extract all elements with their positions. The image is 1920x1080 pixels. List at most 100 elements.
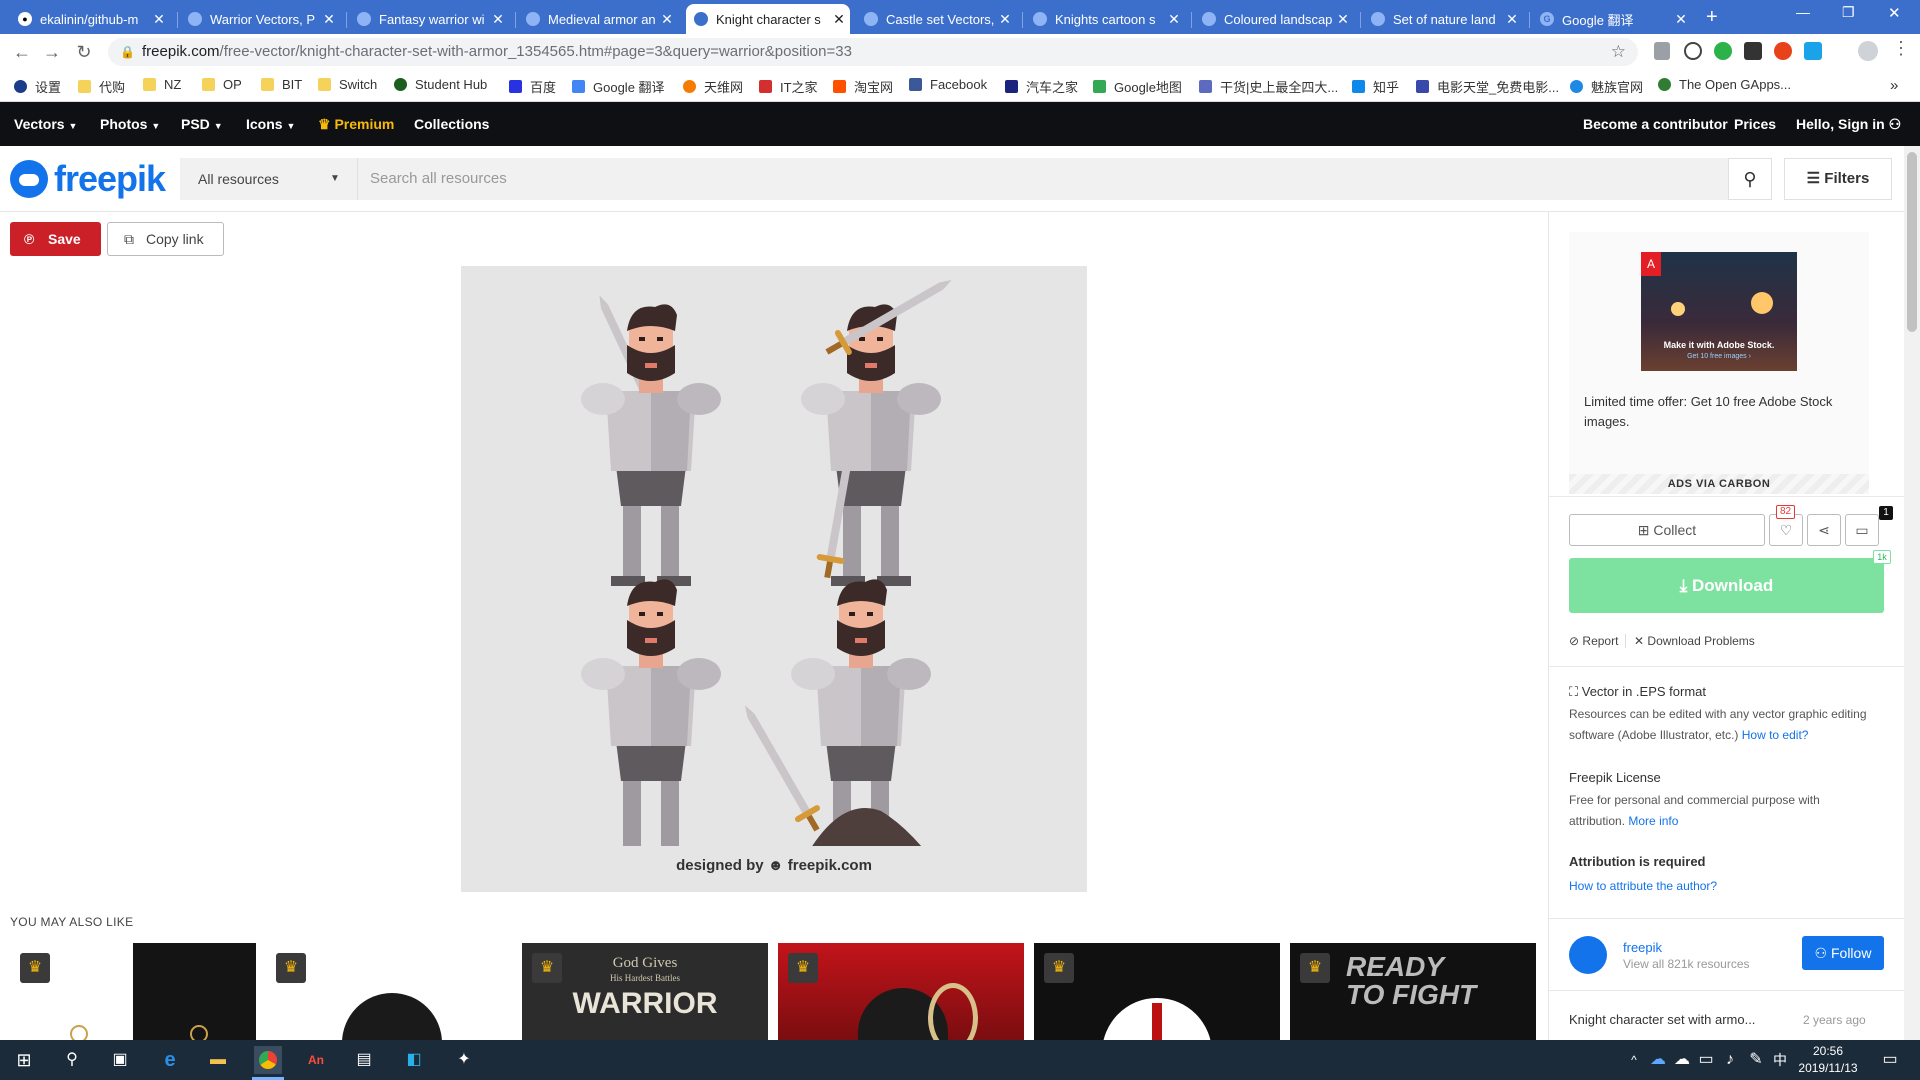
comments-button[interactable]: ▭ [1845, 514, 1879, 546]
back-arrow-icon[interactable]: ← [10, 40, 34, 64]
resource-type-select[interactable]: All resources ▼ [180, 158, 358, 200]
ad-text[interactable]: Limited time offer: Get 10 free Adobe St… [1584, 392, 1864, 432]
task-view-icon[interactable]: ▣ [106, 1046, 134, 1074]
filters-button[interactable]: ☰ Filters [1784, 158, 1892, 200]
shield-extension-icon[interactable] [1654, 42, 1670, 60]
search-input[interactable]: Search all resources [358, 158, 1728, 200]
bookmark-item[interactable]: Switch [318, 77, 377, 92]
bookmark-item[interactable]: IT之家 [759, 77, 818, 96]
related-thumbnail[interactable]: ♛ [10, 943, 256, 1040]
resource-preview-image[interactable]: designed by ☻ freepik.com [461, 266, 1087, 892]
cast-extension-icon[interactable] [1804, 42, 1822, 60]
game-extension-icon[interactable] [1744, 42, 1762, 60]
browser-tab[interactable]: Fantasy warrior wi ✕ [349, 4, 509, 34]
close-tab-icon[interactable]: ✕ [1670, 11, 1692, 28]
browser-tab-active[interactable]: Knight character s ✕ [686, 4, 850, 34]
bookmark-item[interactable]: Facebook [909, 77, 987, 92]
nav-icons[interactable]: Icons ▼ [246, 116, 295, 132]
author-name[interactable]: freepik [1623, 940, 1662, 955]
reload-icon[interactable]: ↻ [72, 40, 96, 64]
bookmark-item[interactable]: 百度 [509, 77, 556, 96]
bookmark-item[interactable]: 设置 [14, 77, 61, 96]
animate-icon[interactable]: An [302, 1046, 330, 1074]
close-tab-icon[interactable]: ✕ [828, 11, 850, 28]
new-tab-button[interactable]: + [1706, 6, 1718, 29]
bookmark-star-icon[interactable]: ☆ [1611, 38, 1626, 66]
app-icon[interactable]: ✦ [450, 1046, 478, 1074]
browser-tab[interactable]: Castle set Vectors, ✕ [856, 4, 1016, 34]
bookmark-item[interactable]: The Open GApps... [1658, 77, 1791, 92]
author-resources-link[interactable]: View all 821k resources [1623, 957, 1750, 971]
search-icon[interactable]: ⚲ [58, 1046, 86, 1074]
bookmark-item[interactable]: 汽车之家 [1005, 77, 1078, 96]
grammarly-extension-icon[interactable] [1714, 42, 1732, 60]
download-button[interactable]: ⤓ Download [1569, 558, 1884, 613]
bookmark-item[interactable]: 电影天堂_免费电影... [1416, 77, 1559, 96]
author-avatar[interactable] [1569, 936, 1607, 974]
related-thumbnail[interactable]: ♛ [266, 943, 512, 1040]
close-tab-icon[interactable]: ✕ [994, 11, 1016, 28]
edge-icon[interactable]: e [156, 1046, 184, 1074]
url-field[interactable]: 🔒 freepik.com/free-vector/knight-charact… [108, 38, 1638, 66]
pinterest-save-button[interactable]: ℗ Save [10, 222, 101, 256]
bookmark-item[interactable]: OP [202, 77, 242, 92]
notifications-icon[interactable]: ▭ [1876, 1046, 1904, 1074]
nav-psd[interactable]: PSD ▼ [181, 116, 223, 132]
bookmark-item[interactable]: 淘宝网 [833, 77, 893, 96]
minimize-window-icon[interactable]: — [1796, 4, 1810, 20]
input-method-indicator[interactable]: 中 [1766, 1046, 1794, 1074]
become-contributor-link[interactable]: Become a contributor [1583, 116, 1728, 132]
prices-link[interactable]: Prices [1734, 116, 1776, 132]
browser-tab[interactable]: Medieval armor an ✕ [518, 4, 678, 34]
browser-tab[interactable]: Set of nature land ✕ [1363, 4, 1523, 34]
system-clock[interactable]: 20:56 2019/11/13 [1793, 1043, 1863, 1077]
browser-tab[interactable]: Coloured landscap ✕ [1194, 4, 1354, 34]
close-tab-icon[interactable]: ✕ [318, 11, 340, 28]
browser-tab[interactable]: Knights cartoon s ✕ [1025, 4, 1185, 34]
nav-premium[interactable]: ♛ Premium [318, 116, 394, 133]
volume-icon[interactable]: ♪ [1716, 1046, 1744, 1074]
forward-arrow-icon[interactable]: → [40, 40, 64, 64]
bookmark-item[interactable]: 天维网 [683, 77, 743, 96]
speed-extension-icon[interactable] [1684, 42, 1702, 60]
scrollbar-thumb[interactable] [1907, 152, 1917, 332]
more-info-link[interactable]: More info [1628, 814, 1678, 828]
browser-tab[interactable]: Warrior Vectors, P ✕ [180, 4, 340, 34]
bookmark-item[interactable]: Student Hub [394, 77, 487, 92]
store-icon[interactable]: ◧ [400, 1046, 428, 1074]
close-tab-icon[interactable]: ✕ [487, 11, 509, 28]
search-button[interactable]: ⚲ [1728, 158, 1772, 200]
chrome-icon[interactable] [254, 1046, 282, 1074]
bookmark-item[interactable]: NZ [143, 77, 181, 92]
download-problems-link[interactable]: ✕ Download Problems [1634, 634, 1755, 648]
share-button[interactable]: ⋖ [1807, 514, 1841, 546]
close-window-icon[interactable]: ✕ [1888, 4, 1901, 22]
related-thumbnail[interactable]: ♛ God Gives His Hardest Battles WARRIOR [522, 943, 768, 1040]
nav-vectors[interactable]: Vectors ▼ [14, 116, 77, 132]
browser-tab[interactable]: G Google 翻译 ✕ [1532, 4, 1692, 34]
alert-extension-icon[interactable] [1774, 42, 1792, 60]
collect-button[interactable]: ⊞ Collect [1569, 514, 1765, 546]
attribution-link[interactable]: How to attribute the author? [1569, 879, 1717, 893]
browser-tab[interactable]: ● ekalinin/github-m ✕ [10, 4, 170, 34]
freepik-logo[interactable]: freepik [10, 156, 166, 202]
close-tab-icon[interactable]: ✕ [656, 11, 678, 28]
related-thumbnail[interactable]: ♛ [1034, 943, 1280, 1040]
file-explorer-icon[interactable]: ▬ [204, 1046, 232, 1074]
bookmark-item[interactable]: 代购 [78, 77, 125, 96]
close-tab-icon[interactable]: ✕ [148, 11, 170, 28]
nav-photos[interactable]: Photos ▼ [100, 116, 160, 132]
related-thumbnail[interactable]: ♛ READY TO FIGHT [1290, 943, 1536, 1040]
document-icon[interactable]: ▤ [350, 1046, 378, 1074]
bookmark-item[interactable]: 魅族官网 [1570, 77, 1643, 96]
bookmark-item[interactable]: 干货|史上最全四大... [1199, 77, 1338, 96]
close-tab-icon[interactable]: ✕ [1163, 11, 1185, 28]
carbon-ad[interactable]: A Make it with Adobe Stock. Get 10 free … [1569, 232, 1869, 494]
copy-link-button[interactable]: ⧉ Copy link [107, 222, 224, 256]
bookmark-item[interactable]: 知乎 [1352, 77, 1399, 96]
bookmark-item[interactable]: BIT [261, 77, 302, 92]
bookmark-item[interactable]: Google地图 [1093, 77, 1182, 96]
windows-start-icon[interactable]: ⊞ [10, 1046, 38, 1074]
page-scrollbar[interactable] [1904, 146, 1920, 1040]
more-bookmarks-icon[interactable]: » [1890, 77, 1898, 94]
